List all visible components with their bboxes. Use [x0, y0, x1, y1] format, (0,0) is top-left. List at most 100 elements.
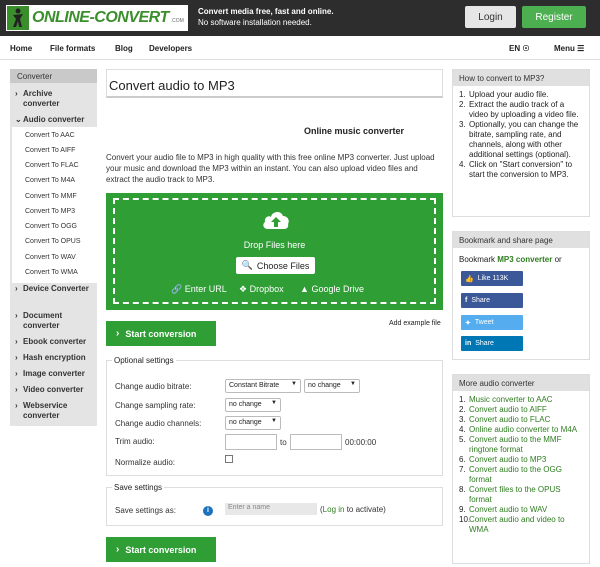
- menu-button[interactable]: Menu ☰: [554, 44, 584, 53]
- search-icon: 🔍: [241, 260, 253, 270]
- enter-url-button[interactable]: 🔗 Enter URL: [171, 284, 227, 295]
- sidebar-item-video[interactable]: › Video converter: [15, 385, 83, 395]
- more-converter-link[interactable]: Convert audio to AIFF: [469, 405, 547, 415]
- bitrate-value-select[interactable]: no change ▼: [304, 379, 360, 393]
- more-converter-link[interactable]: Convert files to the OPUS format: [469, 485, 585, 505]
- sidebar-item-ebook[interactable]: › Ebook converter: [15, 337, 86, 347]
- chevron-down-icon: ▼: [271, 400, 277, 406]
- sidebar-item-image[interactable]: › Image converter: [15, 369, 85, 379]
- normalize-checkbox[interactable]: [225, 455, 233, 463]
- start-conversion-button-bottom[interactable]: › Start conversion: [106, 537, 216, 562]
- settings-name-input[interactable]: Enter a name: [225, 503, 317, 515]
- how-to-step: 3. Optionally, you can change the bitrate…: [459, 120, 585, 160]
- facebook-like-button[interactable]: 👍 Like 113K: [461, 271, 523, 286]
- login-button[interactable]: Login: [465, 6, 516, 28]
- sidebar-item-webservice[interactable]: › Webservice converter: [15, 401, 91, 421]
- list-item: 9. Convert audio to WAV: [459, 505, 548, 515]
- chevron-right-icon: ›: [15, 401, 18, 410]
- sidebar-subitem-wma[interactable]: Convert To WMA: [25, 269, 78, 276]
- sidebar-item-device[interactable]: › Device Converter: [15, 284, 91, 294]
- more-converters-panel: More audio converter 1. Music converter t…: [452, 374, 590, 564]
- sidebar-item-audio[interactable]: ⌄Audio converter: [15, 115, 84, 125]
- tagline-sub: No software installation needed.: [198, 18, 312, 27]
- chevron-right-icon: ›: [15, 353, 18, 362]
- chevron-down-icon: ▼: [350, 381, 356, 387]
- logo-figure-icon: [7, 6, 29, 30]
- google-drive-button[interactable]: ▲ Google Drive: [300, 284, 364, 294]
- add-example-file-link[interactable]: Add example file: [389, 320, 441, 327]
- file-drop-zone[interactable]: Drop Files here 🔍 Choose Files 🔗 Enter UR…: [106, 193, 443, 310]
- more-converter-link[interactable]: Music converter to AAC: [469, 395, 553, 405]
- info-icon[interactable]: i: [203, 506, 213, 516]
- sidebar: Converter › Archive converter ⌄Audio conv…: [10, 69, 97, 426]
- sidebar-item-label: Video converter: [23, 385, 84, 394]
- tweet-label: Tweet: [474, 319, 494, 326]
- how-to-step-text: Click on "Start conversion" to start the…: [469, 160, 573, 179]
- list-item: 6. Convert audio to MP3: [459, 455, 547, 465]
- sidebar-subitem-aac[interactable]: Convert To AAC: [25, 132, 75, 139]
- chevron-down-icon: ⌄: [15, 115, 22, 124]
- thumbs-up-icon: 👍: [465, 275, 474, 283]
- more-converter-link[interactable]: Convert audio to the OGG format: [469, 465, 585, 485]
- login-link[interactable]: Log in: [323, 505, 345, 514]
- google-drive-label: Google Drive: [311, 284, 364, 294]
- bitrate-mode-select[interactable]: Constant Bitrate ▼: [225, 379, 301, 393]
- trim-end-input[interactable]: [290, 434, 342, 450]
- chevron-right-icon: ›: [15, 337, 18, 346]
- language-selector[interactable]: EN ☉: [509, 44, 530, 53]
- sampling-rate-select[interactable]: no change ▼: [225, 398, 281, 412]
- audio-channels-select[interactable]: no change ▼: [225, 416, 281, 430]
- nav-blog[interactable]: Blog: [115, 44, 133, 53]
- more-converter-link[interactable]: Convert audio to FLAC: [469, 415, 550, 425]
- register-button[interactable]: Register: [522, 6, 586, 28]
- start-conversion-button[interactable]: › Start conversion: [106, 321, 216, 346]
- sidebar-subitem-m4a[interactable]: Convert To M4A: [25, 177, 75, 184]
- choose-files-button[interactable]: 🔍 Choose Files: [236, 257, 315, 274]
- more-converter-link[interactable]: Convert audio to MP3: [469, 455, 546, 465]
- sidebar-title: Converter: [10, 69, 97, 83]
- sidebar-item-label: Archive converter: [23, 89, 60, 108]
- chevron-right-icon: ›: [15, 311, 18, 320]
- page-description: Convert your audio file to MP3 in high q…: [106, 153, 435, 184]
- nav-file-formats[interactable]: File formats: [50, 44, 95, 53]
- sidebar-subitem-wav[interactable]: Convert To WAV: [25, 254, 76, 261]
- sidebar-subitem-mmf[interactable]: Convert To MMF: [25, 193, 77, 200]
- sidebar-item-archive[interactable]: › Archive converter: [15, 89, 91, 109]
- channels-label: Change audio channels:: [115, 419, 202, 428]
- more-converter-link[interactable]: Convert audio and video to WMA: [469, 515, 585, 535]
- list-item: 5. Convert audio to the MMF ringtone form…: [459, 435, 585, 455]
- facebook-share-button[interactable]: f Share: [461, 293, 523, 308]
- bitrate-label: Change audio bitrate:: [115, 382, 192, 391]
- sidebar-item-hash[interactable]: › Hash encryption: [15, 353, 86, 363]
- sidebar-subitem-ogg[interactable]: Convert To OGG: [25, 223, 77, 230]
- trim-start-input[interactable]: [225, 434, 277, 450]
- more-converters-list: 1. Music converter to AAC 2. Convert audio…: [453, 391, 589, 535]
- dropbox-button[interactable]: ❖ Dropbox: [239, 284, 284, 295]
- facebook-icon: f: [465, 297, 468, 304]
- bookmark-text: Bookmark MP3 converter or: [459, 255, 562, 264]
- tweet-button[interactable]: ✦ Tweet: [461, 315, 523, 330]
- how-to-step-text: Optionally, you can change the bitrate, …: [469, 120, 579, 159]
- nav-developers[interactable]: Developers: [149, 44, 192, 53]
- sidebar-item-document[interactable]: › Document converter: [15, 311, 91, 331]
- sidebar-subitem-aiff[interactable]: Convert To AIFF: [25, 147, 75, 154]
- more-converter-link[interactable]: Convert audio to the MMF ringtone format: [469, 435, 585, 455]
- page-subtitle: Online music converter: [304, 126, 405, 136]
- page-title: Convert audio to MP3: [106, 69, 443, 98]
- optional-settings-legend: Optional settings: [112, 356, 176, 365]
- site-logo[interactable]: ONLINE-CONVERT .COM: [6, 5, 188, 31]
- linkedin-share-button[interactable]: in Share: [461, 336, 523, 351]
- sidebar-subitem-opus[interactable]: Convert To OPUS: [25, 238, 81, 245]
- bookmark-link[interactable]: MP3 converter: [497, 255, 552, 264]
- trim-to-label: to: [280, 438, 287, 447]
- nav-home[interactable]: Home: [10, 44, 32, 53]
- linkedin-share-label: Share: [475, 340, 494, 347]
- how-to-step: 2. Extract the audio track of a video by …: [459, 100, 585, 120]
- sidebar-subitem-flac[interactable]: Convert To FLAC: [25, 162, 79, 169]
- start-conversion-label: Start conversion: [125, 328, 197, 339]
- more-converter-link[interactable]: Convert audio to WAV: [469, 505, 547, 515]
- sidebar-subitem-mp3[interactable]: Convert To MP3: [25, 208, 75, 215]
- chevron-right-icon: ›: [116, 544, 120, 555]
- chevron-right-icon: ›: [116, 328, 120, 339]
- more-converter-link[interactable]: Online audio converter to M4A: [469, 425, 577, 435]
